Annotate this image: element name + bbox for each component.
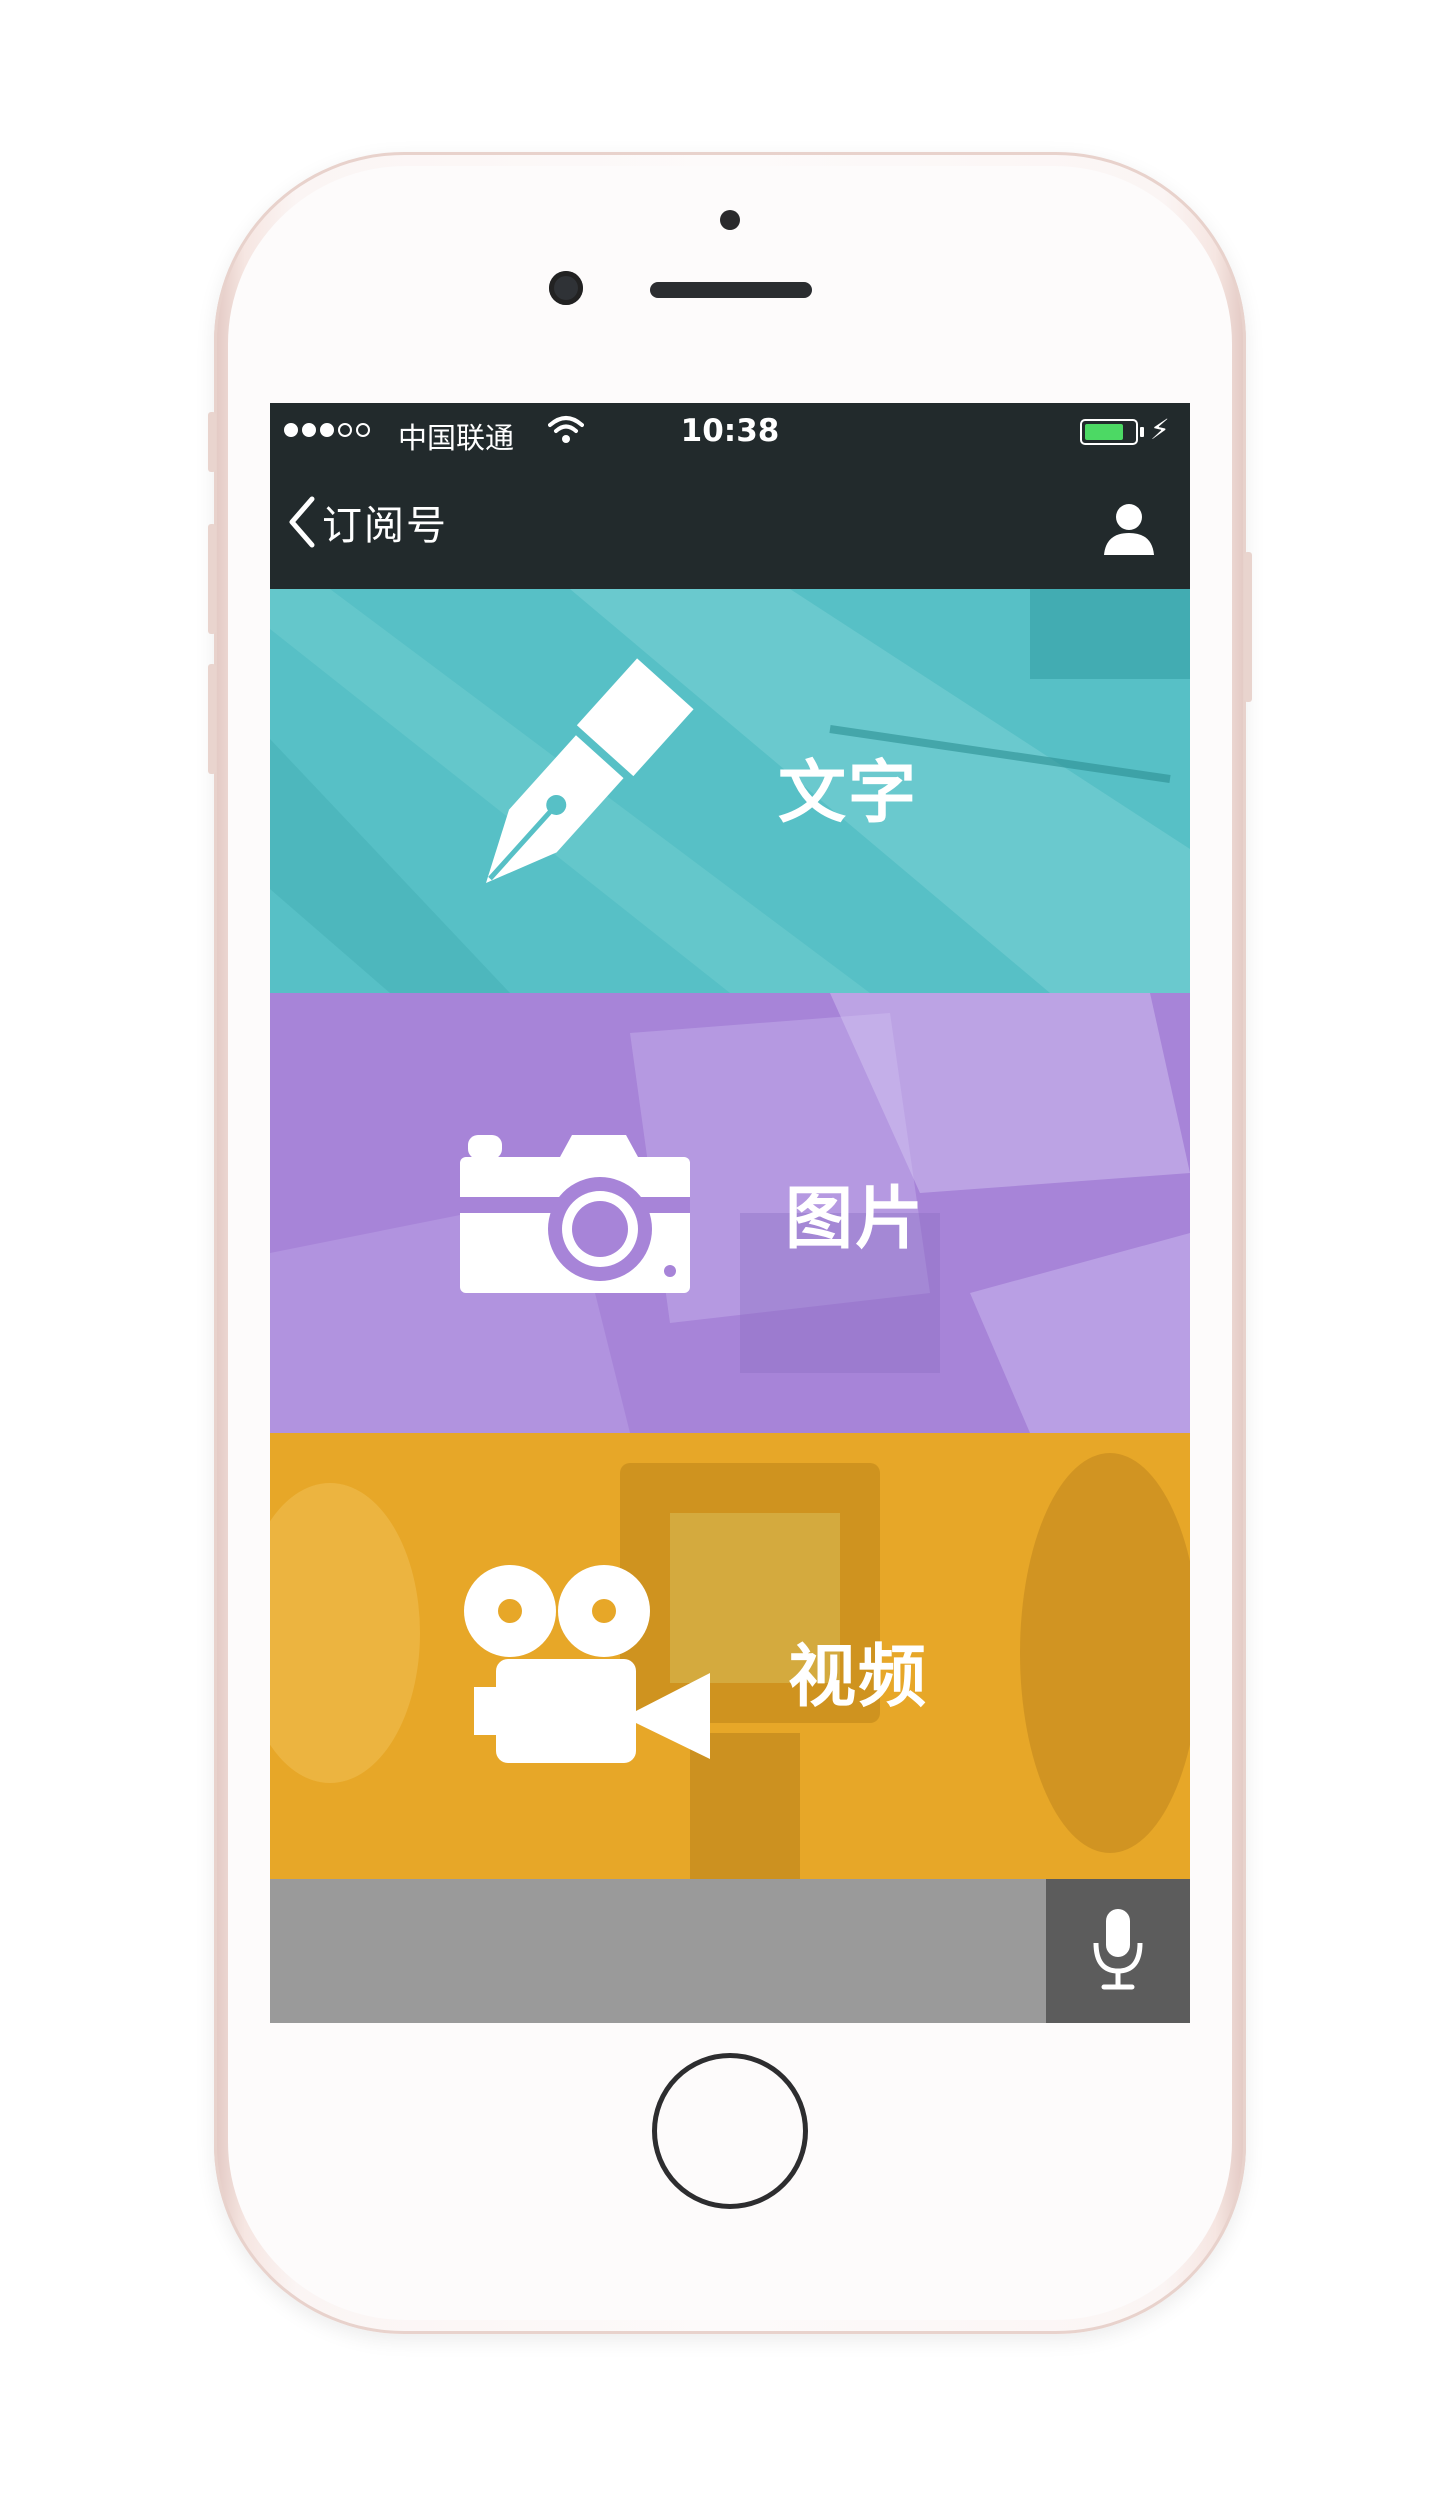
input-bar	[270, 1879, 1190, 2023]
battery-tip	[1140, 427, 1144, 437]
movie-camera-icon	[464, 1565, 710, 1763]
battery-level	[1085, 424, 1123, 440]
panel-background-art	[270, 993, 1190, 1433]
volume-up-button	[208, 524, 216, 634]
microphone-icon	[1093, 1909, 1143, 1990]
front-camera	[549, 271, 583, 305]
panel-image[interactable]: 图片	[270, 993, 1190, 1433]
panel-background-art	[270, 589, 1190, 993]
panel-text[interactable]: 文字	[270, 589, 1190, 993]
message-input[interactable]	[270, 1879, 1046, 2023]
proximity-sensor	[720, 210, 740, 230]
screen: 中国联通 10:38 ⚡ 订阅号 文字 图片 视频	[270, 403, 1190, 2023]
nav-bar: 订阅号	[270, 463, 1190, 589]
power-button	[1244, 552, 1252, 702]
user-icon[interactable]	[1102, 501, 1156, 555]
panel-label-video: 视频	[788, 1638, 929, 1717]
home-button[interactable]	[652, 2053, 808, 2209]
camera-icon	[460, 1135, 690, 1293]
fountain-pen-icon	[486, 658, 694, 883]
voice-button[interactable]	[1046, 1879, 1190, 2023]
back-button[interactable]: 订阅号	[286, 493, 448, 551]
chevron-left-icon	[289, 496, 315, 548]
status-time: 10:38	[680, 413, 780, 449]
back-label: 订阅号	[322, 503, 448, 549]
mute-switch	[208, 412, 216, 472]
panel-label-text: 文字	[778, 754, 919, 833]
earpiece-speaker	[650, 282, 812, 298]
charging-bolt-icon: ⚡	[1150, 413, 1170, 446]
status-bar: 中国联通 10:38 ⚡	[270, 403, 1190, 463]
panel-background-art	[270, 1453, 1190, 1879]
panel-label-image: 图片	[785, 1180, 926, 1259]
panel-video[interactable]: 视频	[270, 1433, 1190, 1879]
battery-icon	[1080, 419, 1138, 445]
volume-down-button	[208, 664, 216, 774]
